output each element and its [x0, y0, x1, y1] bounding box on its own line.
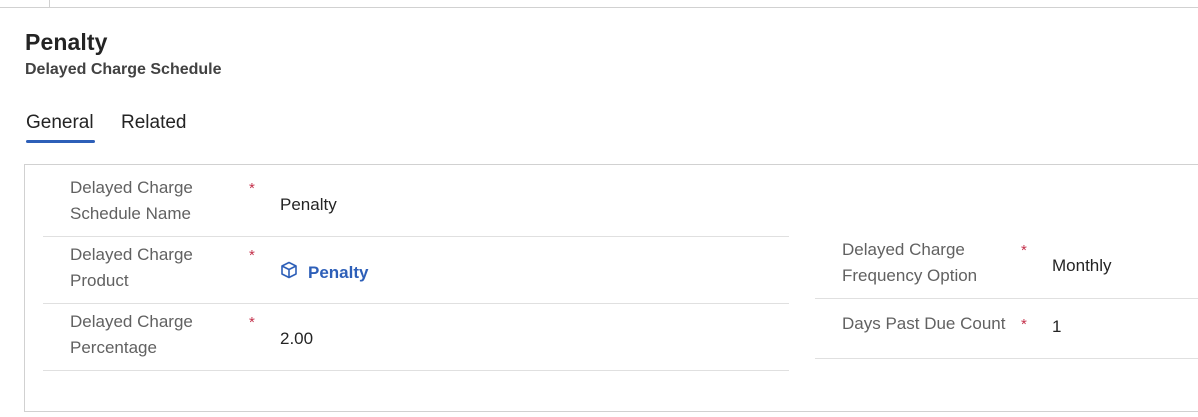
schedule-name-value[interactable]: Penalty	[280, 195, 337, 215]
field-label: Delayed Charge Percentage	[70, 309, 193, 361]
page-title: Penalty	[25, 29, 108, 55]
field-label: Delayed Charge Frequency Option	[842, 237, 977, 289]
field-label-line2: Product	[70, 271, 129, 290]
required-marker: *	[1021, 316, 1027, 333]
required-marker: *	[249, 180, 255, 197]
required-marker: *	[249, 314, 255, 331]
required-marker: *	[249, 247, 255, 264]
field-label-line2: Schedule Name	[70, 204, 191, 223]
percentage-value[interactable]: 2.00	[280, 329, 313, 349]
field-label-line2: Percentage	[70, 338, 157, 357]
product-lookup-link[interactable]: Penalty	[280, 261, 368, 284]
top-bar	[0, 0, 1198, 8]
tab-related[interactable]: Related	[121, 112, 187, 134]
field-delayed-charge-schedule-name: Delayed Charge Schedule Name * Penalty	[43, 173, 789, 237]
field-days-past-due-count: Days Past Due Count * 1	[815, 299, 1198, 359]
tab-general[interactable]: General	[26, 112, 94, 134]
top-bar-divider	[49, 0, 50, 8]
field-delayed-charge-percentage: Delayed Charge Percentage * 2.00	[43, 304, 789, 371]
days-past-due-value[interactable]: 1	[1052, 317, 1061, 337]
product-box-icon	[280, 261, 308, 284]
general-section-card: Delayed Charge Schedule Name * Penalty D…	[24, 164, 1198, 412]
field-delayed-charge-product: Delayed Charge Product * Penalty	[43, 237, 789, 304]
field-label-line1: Delayed Charge	[842, 240, 965, 259]
field-delayed-charge-frequency-option: Delayed Charge Frequency Option * Monthl…	[815, 231, 1198, 299]
field-label-line1: Delayed Charge	[70, 312, 193, 331]
field-label: Delayed Charge Schedule Name	[70, 175, 193, 227]
field-label-line1: Delayed Charge	[70, 245, 193, 264]
selected-tab-indicator	[26, 140, 95, 143]
field-label: Delayed Charge Product	[70, 242, 193, 294]
field-label-line2: Frequency Option	[842, 266, 978, 285]
frequency-option-value[interactable]: Monthly	[1052, 256, 1112, 276]
page-subtitle: Delayed Charge Schedule	[25, 61, 222, 78]
product-lookup-label: Penalty	[308, 262, 369, 282]
field-label: Days Past Due Count	[842, 311, 1005, 337]
field-label-line1: Days Past Due Count	[842, 314, 1006, 333]
field-label-line1: Delayed Charge	[70, 178, 193, 197]
required-marker: *	[1021, 242, 1027, 259]
